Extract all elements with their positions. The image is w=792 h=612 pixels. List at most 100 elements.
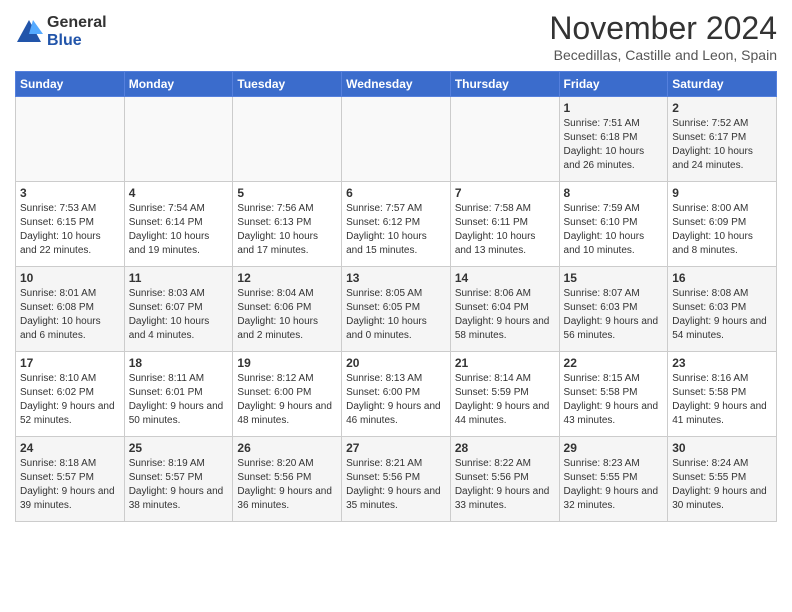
day-info: Sunrise: 8:12 AM Sunset: 6:00 PM Dayligh… (237, 372, 337, 428)
day-info: Sunrise: 8:16 AM Sunset: 5:58 PM Dayligh… (672, 372, 772, 428)
day-cell: 3 Sunrise: 7:53 AM Sunset: 6:15 PM Daylig… (16, 182, 125, 267)
day-info: Sunrise: 7:53 AM Sunset: 6:15 PM Dayligh… (20, 202, 120, 258)
day-info: Sunrise: 8:08 AM Sunset: 6:03 PM Dayligh… (672, 287, 772, 343)
day-number: 8 (564, 186, 664, 200)
month-title: November 2024 (549, 10, 777, 47)
day-info: Sunrise: 8:18 AM Sunset: 5:57 PM Dayligh… (20, 457, 120, 513)
day-cell: 4 Sunrise: 7:54 AM Sunset: 6:14 PM Daylig… (124, 182, 233, 267)
week-row-3: 10 Sunrise: 8:01 AM Sunset: 6:08 PM Dayli… (16, 267, 777, 352)
week-row-4: 17Sunrise: 8:10 AM Sunset: 6:02 PM Dayli… (16, 352, 777, 437)
calendar-body: 1Sunrise: 7:51 AM Sunset: 6:18 PM Daylig… (16, 97, 777, 522)
day-number: 12 (237, 271, 337, 285)
day-number: 24 (20, 441, 120, 455)
day-cell: 10 Sunrise: 8:01 AM Sunset: 6:08 PM Dayli… (16, 267, 125, 352)
day-number: 18 (129, 356, 229, 370)
day-cell: 17Sunrise: 8:10 AM Sunset: 6:02 PM Dayli… (16, 352, 125, 437)
day-info: Sunrise: 8:01 AM Sunset: 6:08 PM Dayligh… (20, 287, 120, 343)
day-number: 6 (346, 186, 446, 200)
day-info: Sunrise: 8:04 AM Sunset: 6:06 PM Dayligh… (237, 287, 337, 343)
logo: General Blue (15, 14, 107, 49)
day-number: 23 (672, 356, 772, 370)
week-row-2: 3 Sunrise: 7:53 AM Sunset: 6:15 PM Daylig… (16, 182, 777, 267)
day-cell: 16Sunrise: 8:08 AM Sunset: 6:03 PM Dayli… (668, 267, 777, 352)
day-info: Sunrise: 8:05 AM Sunset: 6:05 PM Dayligh… (346, 287, 446, 343)
day-info: Sunrise: 8:03 AM Sunset: 6:07 PM Dayligh… (129, 287, 229, 343)
day-cell (233, 97, 342, 182)
day-number: 22 (564, 356, 664, 370)
day-cell: 24 Sunrise: 8:18 AM Sunset: 5:57 PM Dayli… (16, 437, 125, 522)
day-cell: 28 Sunrise: 8:22 AM Sunset: 5:56 PM Dayli… (450, 437, 559, 522)
day-cell: 11 Sunrise: 8:03 AM Sunset: 6:07 PM Dayli… (124, 267, 233, 352)
logo-icon (15, 18, 43, 46)
day-cell: 14 Sunrise: 8:06 AM Sunset: 6:04 PM Dayli… (450, 267, 559, 352)
day-info: Sunrise: 7:58 AM Sunset: 6:11 PM Dayligh… (455, 202, 555, 258)
header-cell-monday: Monday (124, 72, 233, 97)
day-cell: 30 Sunrise: 8:24 AM Sunset: 5:55 PM Dayli… (668, 437, 777, 522)
day-cell: 15 Sunrise: 8:07 AM Sunset: 6:03 PM Dayli… (559, 267, 668, 352)
header-row: SundayMondayTuesdayWednesdayThursdayFrid… (16, 72, 777, 97)
day-info: Sunrise: 8:10 AM Sunset: 6:02 PM Dayligh… (20, 372, 120, 428)
header-cell-saturday: Saturday (668, 72, 777, 97)
day-info: Sunrise: 8:14 AM Sunset: 5:59 PM Dayligh… (455, 372, 555, 428)
day-cell: 29Sunrise: 8:23 AM Sunset: 5:55 PM Dayli… (559, 437, 668, 522)
day-cell: 8Sunrise: 7:59 AM Sunset: 6:10 PM Daylig… (559, 182, 668, 267)
day-number: 4 (129, 186, 229, 200)
day-number: 19 (237, 356, 337, 370)
day-info: Sunrise: 8:06 AM Sunset: 6:04 PM Dayligh… (455, 287, 555, 343)
day-number: 15 (564, 271, 664, 285)
day-cell: 20Sunrise: 8:13 AM Sunset: 6:00 PM Dayli… (342, 352, 451, 437)
calendar-table: SundayMondayTuesdayWednesdayThursdayFrid… (15, 71, 777, 522)
day-number: 20 (346, 356, 446, 370)
day-cell (342, 97, 451, 182)
day-info: Sunrise: 8:07 AM Sunset: 6:03 PM Dayligh… (564, 287, 664, 343)
day-number: 2 (672, 101, 772, 115)
day-cell: 21 Sunrise: 8:14 AM Sunset: 5:59 PM Dayli… (450, 352, 559, 437)
day-info: Sunrise: 8:20 AM Sunset: 5:56 PM Dayligh… (237, 457, 337, 513)
day-number: 21 (455, 356, 555, 370)
day-cell (16, 97, 125, 182)
logo-text: General Blue (47, 14, 107, 49)
day-cell: 13 Sunrise: 8:05 AM Sunset: 6:05 PM Dayli… (342, 267, 451, 352)
day-number: 10 (20, 271, 120, 285)
day-info: Sunrise: 8:19 AM Sunset: 5:57 PM Dayligh… (129, 457, 229, 513)
day-number: 11 (129, 271, 229, 285)
header-cell-wednesday: Wednesday (342, 72, 451, 97)
day-info: Sunrise: 8:11 AM Sunset: 6:01 PM Dayligh… (129, 372, 229, 428)
day-cell: 6 Sunrise: 7:57 AM Sunset: 6:12 PM Daylig… (342, 182, 451, 267)
location-text: Becedillas, Castille and Leon, Spain (549, 47, 777, 63)
day-info: Sunrise: 8:00 AM Sunset: 6:09 PM Dayligh… (672, 202, 772, 258)
week-row-1: 1Sunrise: 7:51 AM Sunset: 6:18 PM Daylig… (16, 97, 777, 182)
day-cell: 2Sunrise: 7:52 AM Sunset: 6:17 PM Daylig… (668, 97, 777, 182)
day-number: 13 (346, 271, 446, 285)
day-cell: 23 Sunrise: 8:16 AM Sunset: 5:58 PM Dayli… (668, 352, 777, 437)
day-cell: 19 Sunrise: 8:12 AM Sunset: 6:00 PM Dayli… (233, 352, 342, 437)
day-number: 5 (237, 186, 337, 200)
day-cell: 5 Sunrise: 7:56 AM Sunset: 6:13 PM Daylig… (233, 182, 342, 267)
header-cell-tuesday: Tuesday (233, 72, 342, 97)
day-number: 30 (672, 441, 772, 455)
day-number: 7 (455, 186, 555, 200)
day-number: 14 (455, 271, 555, 285)
day-cell: 26 Sunrise: 8:20 AM Sunset: 5:56 PM Dayli… (233, 437, 342, 522)
header-cell-friday: Friday (559, 72, 668, 97)
day-cell: 7 Sunrise: 7:58 AM Sunset: 6:11 PM Daylig… (450, 182, 559, 267)
day-info: Sunrise: 8:22 AM Sunset: 5:56 PM Dayligh… (455, 457, 555, 513)
day-info: Sunrise: 7:56 AM Sunset: 6:13 PM Dayligh… (237, 202, 337, 258)
day-number: 26 (237, 441, 337, 455)
day-number: 3 (20, 186, 120, 200)
day-info: Sunrise: 7:57 AM Sunset: 6:12 PM Dayligh… (346, 202, 446, 258)
day-info: Sunrise: 8:24 AM Sunset: 5:55 PM Dayligh… (672, 457, 772, 513)
day-number: 9 (672, 186, 772, 200)
calendar-header: SundayMondayTuesdayWednesdayThursdayFrid… (16, 72, 777, 97)
day-number: 25 (129, 441, 229, 455)
day-cell: 12 Sunrise: 8:04 AM Sunset: 6:06 PM Dayli… (233, 267, 342, 352)
header-cell-sunday: Sunday (16, 72, 125, 97)
day-number: 28 (455, 441, 555, 455)
day-info: Sunrise: 7:54 AM Sunset: 6:14 PM Dayligh… (129, 202, 229, 258)
day-cell (450, 97, 559, 182)
day-number: 27 (346, 441, 446, 455)
header-cell-thursday: Thursday (450, 72, 559, 97)
day-cell: 1Sunrise: 7:51 AM Sunset: 6:18 PM Daylig… (559, 97, 668, 182)
day-number: 1 (564, 101, 664, 115)
day-cell: 25 Sunrise: 8:19 AM Sunset: 5:57 PM Dayli… (124, 437, 233, 522)
